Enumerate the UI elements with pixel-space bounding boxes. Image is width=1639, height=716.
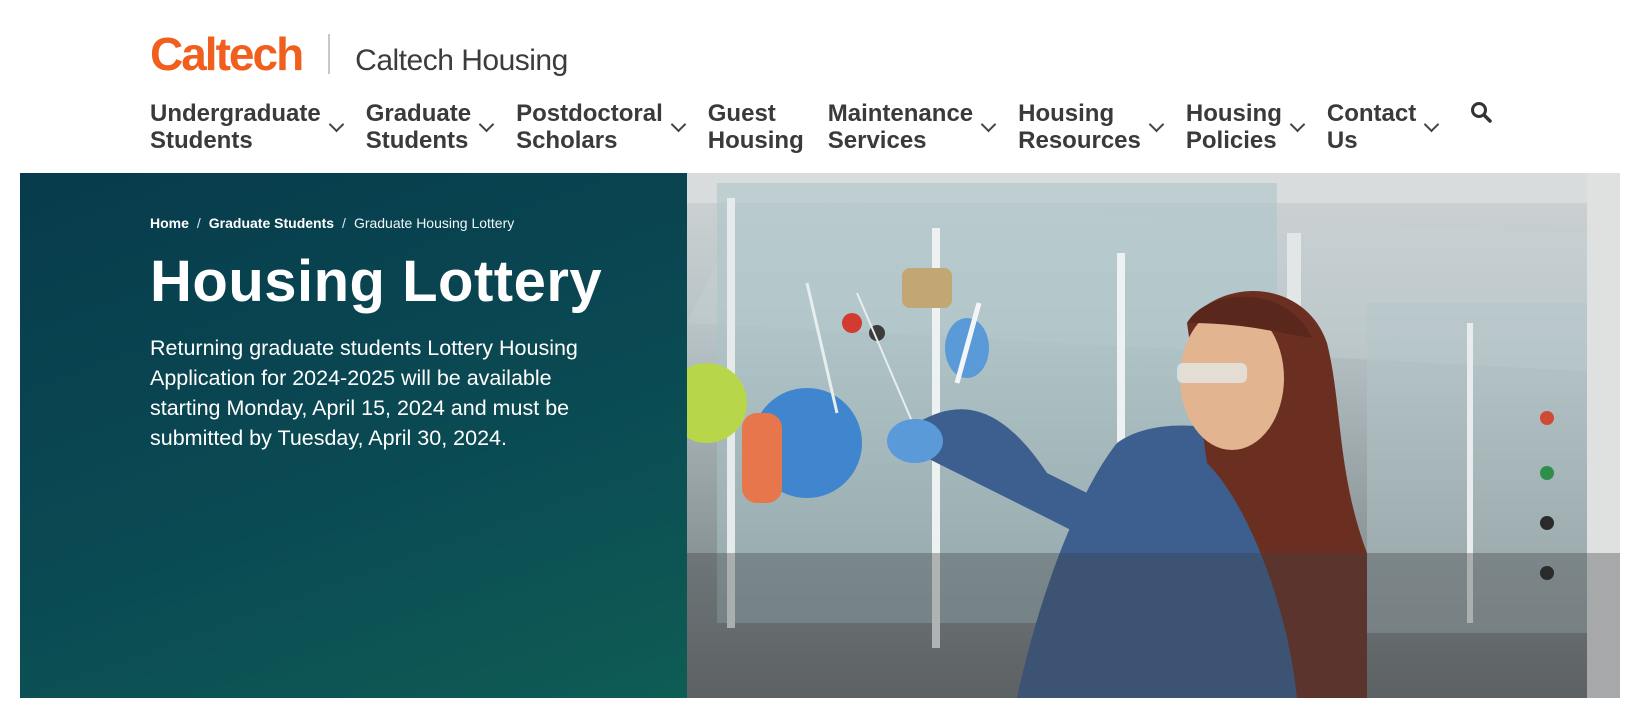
nav-label: Graduate Students <box>365 100 472 154</box>
page-title: Housing Lottery <box>150 249 603 314</box>
nav-item-contact-us[interactable]: Contact Us <box>1326 100 1440 154</box>
breadcrumb: Home / Graduate Students / Graduate Hous… <box>150 215 514 231</box>
nav-item-maintenance-services[interactable]: Maintenance Services <box>827 100 997 154</box>
breadcrumb-home-link[interactable]: Home <box>150 215 189 231</box>
nav-label: Contact Us <box>1326 100 1417 154</box>
nav-item-housing-resources[interactable]: Housing Resources <box>1018 100 1165 154</box>
hero-image-lab-researcher <box>687 173 1620 698</box>
chevron-down-icon[interactable] <box>1423 116 1440 132</box>
brand[interactable]: Caltech Caltech Housing <box>150 30 568 78</box>
site-name[interactable]: Caltech Housing <box>355 44 568 78</box>
nav-item-undergraduate-students[interactable]: Undergraduate Students <box>150 100 344 154</box>
chevron-down-icon[interactable] <box>478 116 495 132</box>
breadcrumb-current: Graduate Housing Lottery <box>353 215 515 231</box>
caltech-logo[interactable]: Caltech <box>150 30 304 78</box>
chevron-down-icon[interactable] <box>1148 116 1165 132</box>
lab-photo-illustration <box>687 173 1620 698</box>
breadcrumb-graduate-students-link[interactable]: Graduate Students <box>209 215 334 231</box>
hero-description: Returning graduate students Lottery Hous… <box>150 336 578 450</box>
nav-label: Maintenance Services <box>827 100 974 154</box>
nav-item-housing-policies[interactable]: Housing Policies <box>1185 100 1306 154</box>
hero-section: Home / Graduate Students / Graduate Hous… <box>20 173 1620 698</box>
main-nav: Undergraduate Students Graduate Students… <box>150 100 1461 154</box>
chevron-down-icon[interactable] <box>1289 116 1306 132</box>
nav-item-guest-housing[interactable]: Guest Housing <box>708 100 804 154</box>
nav-item-postdoctoral-scholars[interactable]: Postdoctoral Scholars <box>516 100 687 154</box>
chevron-down-icon[interactable] <box>980 116 997 132</box>
nav-label: Housing Resources <box>1018 100 1141 154</box>
chevron-down-icon[interactable] <box>670 116 687 132</box>
nav-label: Guest Housing <box>707 100 804 154</box>
nav-label: Postdoctoral Scholars <box>516 100 663 154</box>
site-header: Caltech Caltech Housing Undergraduate St… <box>0 0 1639 173</box>
breadcrumb-separator: / <box>196 215 201 231</box>
nav-label: Undergraduate Students <box>150 100 321 154</box>
nav-label: Housing Policies <box>1185 100 1282 154</box>
hero-text-panel: Home / Graduate Students / Graduate Hous… <box>20 173 687 698</box>
chevron-down-icon[interactable] <box>328 116 344 132</box>
breadcrumb-separator: / <box>342 215 346 231</box>
brand-divider <box>328 34 331 74</box>
nav-item-graduate-students[interactable]: Graduate Students <box>365 100 495 154</box>
search-icon[interactable] <box>1469 100 1493 124</box>
